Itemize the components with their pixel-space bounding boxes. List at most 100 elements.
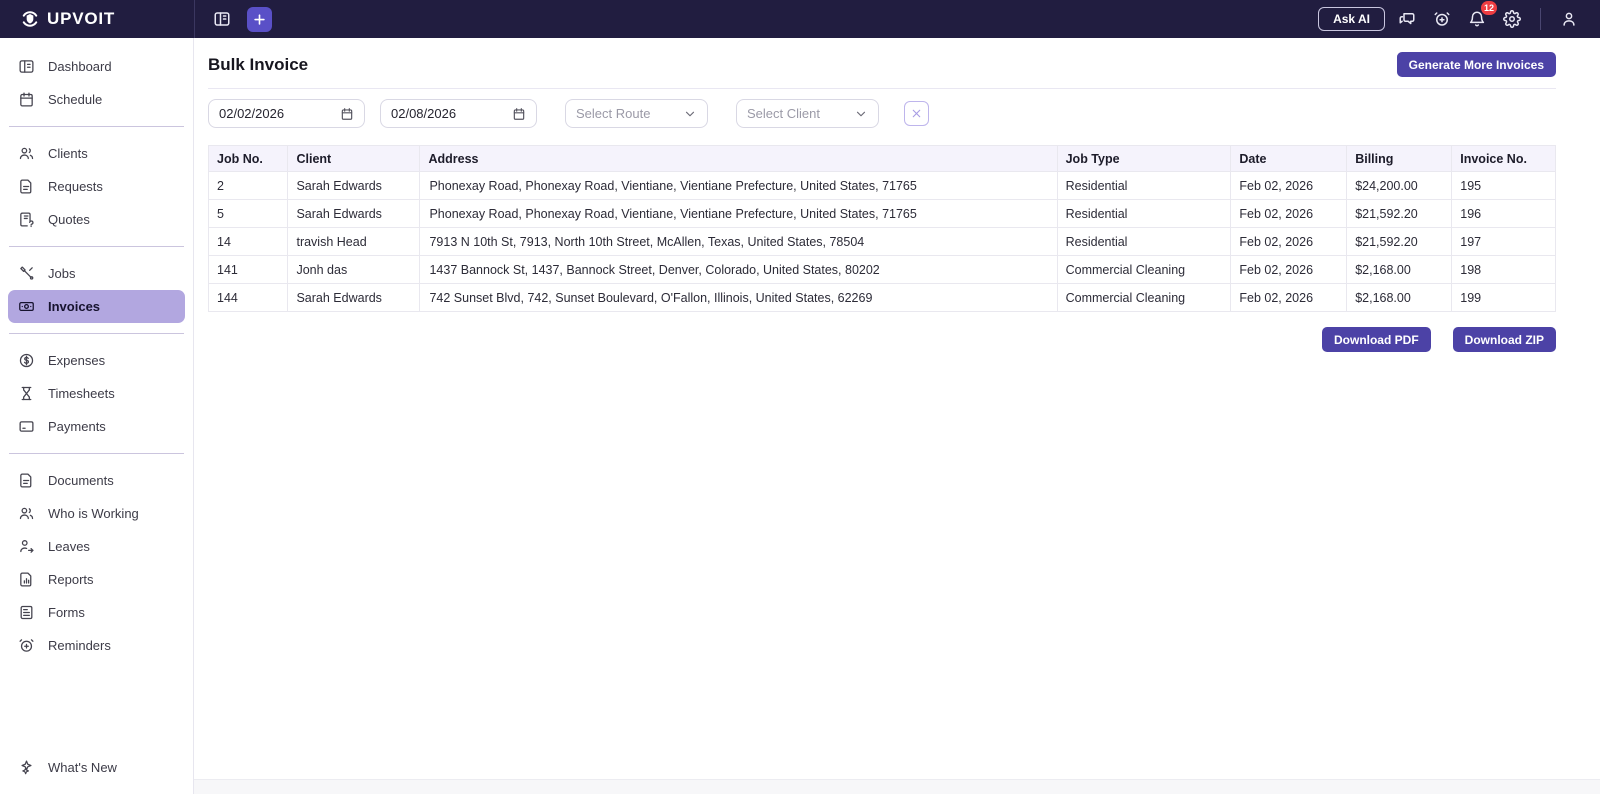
form-icon bbox=[17, 604, 35, 622]
sidebar-item-clients[interactable]: Clients bbox=[8, 137, 185, 170]
sidebar-item-label: Requests bbox=[48, 179, 103, 194]
sidebar-item-documents[interactable]: Documents bbox=[8, 464, 185, 497]
dashboard-icon bbox=[17, 58, 35, 76]
download-zip-button[interactable]: Download ZIP bbox=[1452, 327, 1556, 352]
cell-date: Feb 02, 2026 bbox=[1230, 283, 1348, 312]
cell-client: Sarah Edwards bbox=[287, 171, 421, 200]
cell-address: 1437 Bannock St, 1437, Bannock Street, D… bbox=[419, 255, 1058, 284]
sidebar-item-invoices[interactable]: Invoices bbox=[8, 290, 185, 323]
date-to-input[interactable]: 02/08/2026 bbox=[380, 99, 537, 128]
header-divider bbox=[208, 88, 1556, 89]
cell-address: Phonexay Road, Phonexay Road, Vientiane,… bbox=[419, 199, 1058, 228]
table-row[interactable]: 2 Sarah Edwards Phonexay Road, Phonexay Ro… bbox=[207, 171, 1556, 200]
sidebar-item-label: Schedule bbox=[48, 92, 103, 107]
calendar-icon bbox=[340, 107, 354, 121]
sidebar-item-label: Who is Working bbox=[48, 506, 139, 521]
sidebar-divider bbox=[9, 333, 184, 334]
column-header-job-type: Job Type bbox=[1056, 145, 1232, 172]
horizontal-scrollbar-track[interactable] bbox=[194, 779, 1600, 794]
sidebar-item-label: Timesheets bbox=[48, 386, 115, 401]
column-header-date: Date bbox=[1230, 145, 1348, 172]
sidebar-item-expenses[interactable]: Expenses bbox=[8, 344, 185, 377]
cell-address: Phonexay Road, Phonexay Road, Vientiane,… bbox=[419, 171, 1058, 200]
users-icon bbox=[17, 145, 35, 163]
cell-job-no: 2 bbox=[207, 171, 289, 200]
sidebar-item-reminders[interactable]: Reminders bbox=[8, 629, 185, 662]
clear-filters-button[interactable] bbox=[904, 101, 929, 126]
table-row[interactable]: 5 Sarah Edwards Phonexay Road, Phonexay Ro… bbox=[207, 199, 1556, 228]
file-text-icon bbox=[17, 178, 35, 196]
sidebar-item-label: Expenses bbox=[48, 353, 106, 368]
sidebar-divider bbox=[9, 126, 184, 127]
sidebar-item-label: Reports bbox=[48, 572, 94, 587]
cell-job-no: 141 bbox=[207, 255, 289, 284]
sidebar-item-forms[interactable]: Forms bbox=[8, 596, 185, 629]
cell-address: 7913 N 10th St, 7913, North 10th Street,… bbox=[419, 227, 1058, 256]
sidebar: Dashboard Schedule Clients Requests Quotes Jo… bbox=[0, 38, 194, 794]
cell-job-type: Residential bbox=[1056, 171, 1232, 200]
cell-job-no: 144 bbox=[207, 283, 289, 312]
sidebar-toggle-button[interactable] bbox=[209, 6, 235, 32]
settings-gear-icon[interactable] bbox=[1499, 6, 1525, 32]
table-row[interactable]: 14 travish Head 7913 N 10th St, 7913, Nort… bbox=[207, 227, 1556, 256]
sidebar-item-requests[interactable]: Requests bbox=[8, 170, 185, 203]
sidebar-divider bbox=[9, 453, 184, 454]
sidebar-item-what-s-new[interactable]: What's New bbox=[8, 751, 185, 784]
column-header-job-no: Job No. bbox=[207, 145, 289, 172]
sparkle-icon bbox=[17, 759, 35, 777]
file-text-icon bbox=[17, 472, 35, 490]
cell-billing: $24,200.00 bbox=[1346, 171, 1453, 200]
sidebar-item-who-is-working[interactable]: Who is Working bbox=[8, 497, 185, 530]
column-header-address: Address bbox=[419, 145, 1058, 172]
ask-ai-button[interactable]: Ask AI bbox=[1318, 7, 1385, 31]
cell-date: Feb 02, 2026 bbox=[1230, 199, 1348, 228]
alarm-plus-icon[interactable] bbox=[1429, 6, 1455, 32]
sidebar-item-reports[interactable]: Reports bbox=[8, 563, 185, 596]
sidebar-item-payments[interactable]: Payments bbox=[8, 410, 185, 443]
cell-date: Feb 02, 2026 bbox=[1230, 227, 1348, 256]
sidebar-item-jobs[interactable]: Jobs bbox=[8, 257, 185, 290]
filter-bar: 02/02/2026 02/08/2026 Select Route Selec… bbox=[208, 99, 1556, 128]
column-header-invoice-no: Invoice No. bbox=[1451, 145, 1556, 172]
client-select[interactable]: Select Client bbox=[736, 99, 879, 128]
sidebar-item-quotes[interactable]: Quotes bbox=[8, 203, 185, 236]
cell-invoice-no: 198 bbox=[1451, 255, 1556, 284]
cell-billing: $21,592.20 bbox=[1346, 199, 1453, 228]
file-chart-icon bbox=[17, 571, 35, 589]
cell-client: Sarah Edwards bbox=[287, 199, 421, 228]
hourglass-icon bbox=[17, 385, 35, 403]
cell-client: Jonh das bbox=[287, 255, 421, 284]
sidebar-item-timesheets[interactable]: Timesheets bbox=[8, 377, 185, 410]
tools-icon bbox=[17, 265, 35, 283]
cell-client: Sarah Edwards bbox=[287, 283, 421, 312]
topbar: UPVOIT Ask AI 12 bbox=[0, 0, 1600, 38]
cell-job-type: Commercial Cleaning bbox=[1056, 255, 1232, 284]
sidebar-item-leaves[interactable]: Leaves bbox=[8, 530, 185, 563]
cell-job-type: Residential bbox=[1056, 199, 1232, 228]
cell-invoice-no: 195 bbox=[1451, 171, 1556, 200]
sidebar-item-label: Payments bbox=[48, 419, 106, 434]
sidebar-item-dashboard[interactable]: Dashboard bbox=[8, 50, 185, 83]
sidebar-divider bbox=[9, 246, 184, 247]
sidebar-item-schedule[interactable]: Schedule bbox=[8, 83, 185, 116]
download-pdf-button[interactable]: Download PDF bbox=[1321, 327, 1431, 352]
sidebar-item-label: Quotes bbox=[48, 212, 90, 227]
brand-name: UPVOIT bbox=[47, 9, 116, 28]
user-profile-icon[interactable] bbox=[1556, 6, 1582, 32]
cell-date: Feb 02, 2026 bbox=[1230, 171, 1348, 200]
cell-billing: $2,168.00 bbox=[1346, 255, 1453, 284]
table-row[interactable]: 144 Sarah Edwards 742 Sunset Blvd, 742, Su… bbox=[207, 283, 1556, 312]
route-select[interactable]: Select Route bbox=[565, 99, 708, 128]
table-row[interactable]: 141 Jonh das 1437 Bannock St, 1437, Bannoc… bbox=[207, 255, 1556, 284]
sidebar-item-label: Clients bbox=[48, 146, 88, 161]
brand: UPVOIT bbox=[0, 9, 194, 29]
quick-add-button[interactable] bbox=[247, 6, 272, 32]
sidebar-item-label: What's New bbox=[48, 760, 117, 775]
credit-card-icon bbox=[17, 418, 35, 436]
generate-more-invoices-button[interactable]: Generate More Invoices bbox=[1396, 52, 1556, 77]
chat-icon[interactable] bbox=[1394, 6, 1420, 32]
date-from-input[interactable]: 02/02/2026 bbox=[208, 99, 365, 128]
cell-job-type: Residential bbox=[1056, 227, 1232, 256]
cell-date: Feb 02, 2026 bbox=[1230, 255, 1348, 284]
cell-invoice-no: 196 bbox=[1451, 199, 1556, 228]
